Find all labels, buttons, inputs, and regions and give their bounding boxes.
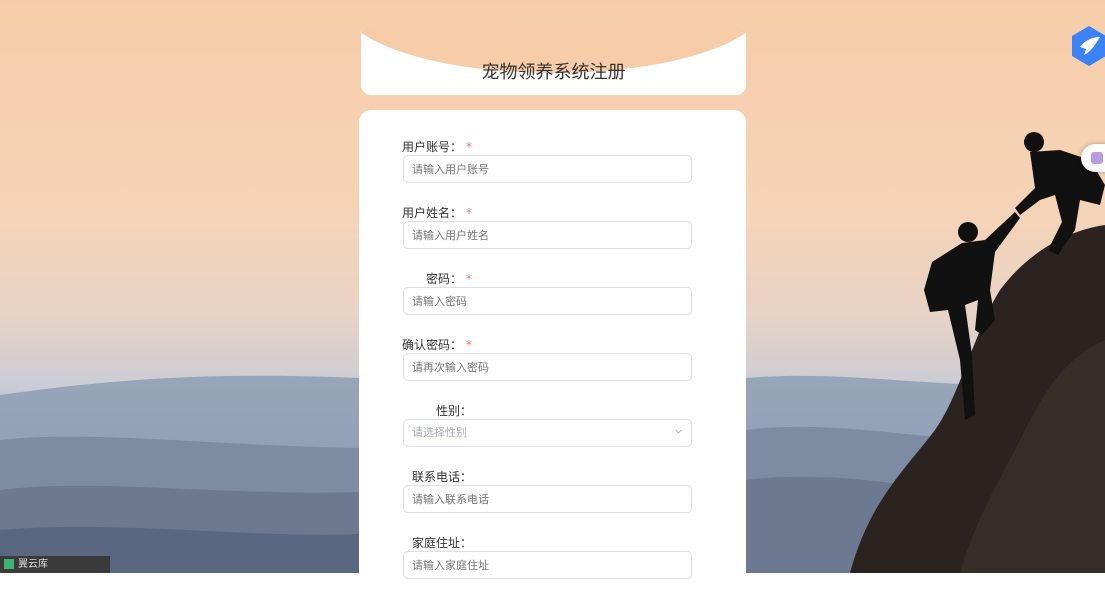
page-title: 宠物领养系统注册 — [481, 62, 626, 83]
field-label: 性别： — [435, 404, 472, 418]
field-label: 用户账号： * — [401, 140, 472, 154]
floating-helper-button[interactable] — [1081, 144, 1105, 172]
app-logo-icon[interactable] — [1070, 25, 1105, 67]
helper-icon — [1091, 152, 1103, 164]
username-input[interactable] — [403, 155, 692, 183]
app-icon — [4, 559, 14, 569]
field-label: 密码： * — [425, 272, 472, 286]
password-input[interactable] — [403, 287, 692, 315]
field-label: 联系电话： — [411, 470, 472, 484]
confirm-password-input[interactable] — [403, 353, 692, 381]
field-label: 确认密码： * — [401, 338, 472, 352]
gender-select[interactable]: 请选择性别 — [403, 419, 692, 447]
address-input[interactable] — [403, 551, 692, 579]
field-label: 家庭住址： — [411, 536, 472, 550]
taskbar-item[interactable]: 翼云库 — [0, 556, 110, 573]
register-form: 用户账号：* 用户姓名：* 密码：* 确认密码：* 性别： 请选择性别 联系电话… — [359, 110, 746, 590]
fullname-input[interactable] — [403, 221, 692, 249]
title-card: 宠物领养系统注册 — [361, 25, 746, 95]
chevron-down-icon — [675, 429, 682, 434]
phone-input[interactable] — [403, 485, 692, 513]
gender-select-placeholder: 请选择性别 — [412, 426, 467, 439]
taskbar-label: 翼云库 — [18, 559, 48, 570]
field-label: 用户姓名： * — [401, 206, 472, 220]
